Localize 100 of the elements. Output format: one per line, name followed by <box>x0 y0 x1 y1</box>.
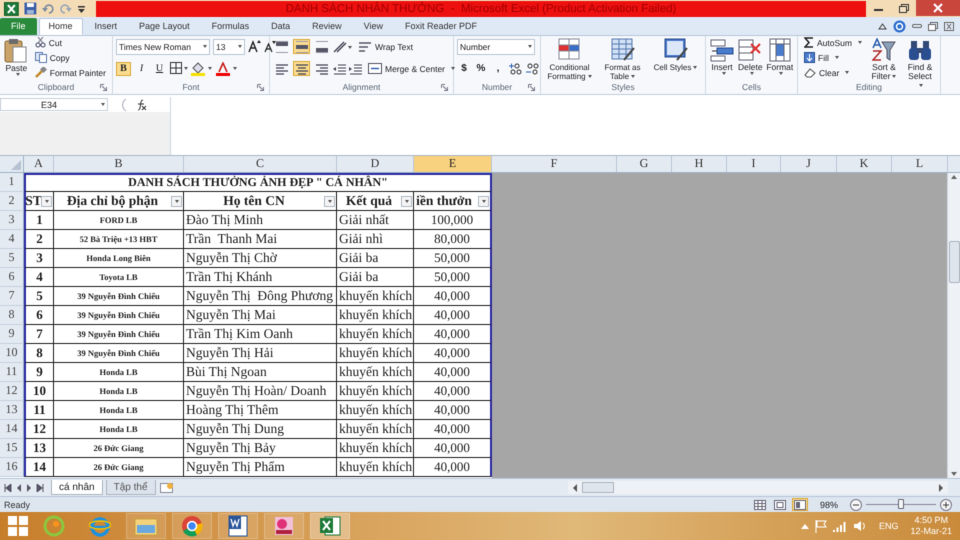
ribbon-tab[interactable]: Data <box>261 18 300 35</box>
editing-large-button[interactable]: Find & Select <box>902 36 937 92</box>
filter-dropdown-button[interactable] <box>324 196 335 207</box>
cells-button[interactable]: Delete <box>737 36 764 77</box>
save-icon[interactable] <box>24 2 37 15</box>
fill-bucket-icon[interactable] <box>191 62 213 76</box>
number-format-button[interactable]: % <box>474 62 488 76</box>
number-format-dropdown[interactable]: Number <box>457 38 535 55</box>
help-icon[interactable] <box>893 20 906 33</box>
insert-function-icon[interactable] <box>136 98 148 111</box>
row-header[interactable]: 12 <box>0 382 24 401</box>
merge-center-button[interactable]: Merge & Center <box>365 62 458 76</box>
dialog-launcher-icon[interactable] <box>528 84 535 91</box>
page-break-view-button[interactable] <box>792 498 808 512</box>
styles-button[interactable]: Cell Styles <box>650 36 701 74</box>
scroll-up-arrow-icon[interactable] <box>948 172 960 181</box>
column-header[interactable]: A <box>24 156 54 172</box>
column-header[interactable]: H <box>672 156 727 172</box>
styles-button[interactable]: Format as Table <box>597 36 648 83</box>
cells-button[interactable]: Format <box>766 36 794 77</box>
file-tab[interactable]: File <box>0 18 37 35</box>
editing-button[interactable]: AutoSum <box>801 36 865 50</box>
filter-dropdown-button[interactable] <box>171 196 182 207</box>
chrome-browser-icon[interactable] <box>172 513 212 540</box>
picture-app-icon[interactable] <box>264 513 304 540</box>
row-header[interactable]: 15 <box>0 438 24 458</box>
column-header[interactable]: E <box>414 156 492 172</box>
number-format-button[interactable]: $ <box>457 62 471 76</box>
ribbon-tab[interactable]: View <box>354 18 393 35</box>
number-format-button[interactable]: , <box>491 62 505 76</box>
dialog-launcher-icon[interactable] <box>257 84 264 91</box>
ribbon-tab[interactable]: Insert <box>84 18 128 35</box>
row-header[interactable]: 11 <box>0 362 24 382</box>
zoom-out-icon[interactable] <box>850 498 862 511</box>
font-size-dropdown[interactable]: 13 <box>213 38 245 55</box>
paste-button[interactable]: Paste <box>3 36 30 78</box>
zoom-level[interactable]: 98% <box>812 500 846 510</box>
page-layout-view-button[interactable] <box>772 498 788 512</box>
clipboard-button[interactable]: Copy <box>32 50 109 65</box>
vertical-align-button[interactable] <box>273 39 290 54</box>
column-header[interactable]: J <box>781 156 837 172</box>
windows-logo-icon[interactable] <box>8 516 28 536</box>
column-header[interactable]: B <box>54 156 184 172</box>
row-header[interactable]: 13 <box>0 400 24 420</box>
font-style-toggle[interactable]: U <box>152 62 167 76</box>
column-header[interactable]: I <box>727 156 781 172</box>
column-header[interactable]: L <box>892 156 948 172</box>
clipboard-button[interactable]: Format Painter <box>32 66 109 80</box>
document-app-icon[interactable] <box>218 513 258 540</box>
shrink-font-icon[interactable] <box>264 40 276 54</box>
row-header[interactable]: 1 <box>0 172 24 192</box>
zoom-slider-thumb[interactable] <box>898 499 904 510</box>
close-button[interactable] <box>916 0 960 16</box>
font-name-dropdown[interactable]: Times New Roman <box>116 38 210 55</box>
vertical-scrollbar[interactable] <box>947 172 960 478</box>
ribbon-tab[interactable]: Formulas <box>202 18 260 35</box>
next-sheet-icon[interactable] <box>26 484 32 492</box>
scroll-right-arrow-icon[interactable] <box>937 484 945 492</box>
first-sheet-icon[interactable] <box>4 484 12 492</box>
normal-view-button[interactable] <box>752 498 768 512</box>
row-header[interactable]: 8 <box>0 306 24 325</box>
row-header[interactable]: 9 <box>0 324 24 344</box>
dialog-launcher-icon[interactable] <box>441 84 448 91</box>
new-sheet-icon[interactable] <box>158 482 175 494</box>
name-box[interactable]: E34 <box>0 98 108 112</box>
font-color-icon[interactable] <box>216 62 238 76</box>
column-header[interactable]: F <box>492 156 617 172</box>
decrease-indent-icon[interactable] <box>333 62 346 75</box>
increase-decimal-icon[interactable] <box>508 62 522 75</box>
collapse-ribbon-icon[interactable] <box>878 22 887 30</box>
row-header[interactable]: 5 <box>0 248 24 268</box>
row-header[interactable]: 6 <box>0 268 24 287</box>
row-header[interactable]: 7 <box>0 286 24 306</box>
filter-dropdown-button[interactable] <box>41 196 52 207</box>
close-workbook-icon[interactable] <box>944 22 954 31</box>
font-style-toggle[interactable]: B <box>116 62 131 76</box>
text-orientation-icon[interactable] <box>333 40 353 53</box>
ribbon-tab[interactable]: Review <box>302 18 352 35</box>
column-header[interactable]: C <box>184 156 337 172</box>
restore-workbook-icon[interactable] <box>928 22 938 31</box>
editing-large-button[interactable]: Sort & Filter <box>866 36 901 83</box>
minimize-workbook-icon[interactable] <box>912 22 922 30</box>
increase-indent-icon[interactable] <box>349 62 362 75</box>
undo-icon[interactable] <box>42 2 54 14</box>
editing-button[interactable]: Fill <box>801 50 865 65</box>
filter-dropdown-button[interactable] <box>478 196 489 207</box>
horizontal-align-button[interactable] <box>293 61 310 76</box>
dialog-launcher-icon[interactable] <box>100 84 107 91</box>
vertical-align-button[interactable] <box>293 39 310 54</box>
previous-sheet-icon[interactable] <box>16 484 22 492</box>
speaker-icon[interactable] <box>852 520 867 532</box>
decrease-decimal-icon[interactable] <box>525 62 539 75</box>
cells-button[interactable]: Insert <box>709 36 736 77</box>
scrollbar-thumb[interactable] <box>582 482 614 494</box>
ribbon-tab[interactable]: Home <box>38 18 83 35</box>
row-header[interactable]: 2 <box>0 192 24 211</box>
filter-dropdown-button[interactable] <box>401 196 412 207</box>
column-header[interactable]: G <box>617 156 672 172</box>
editing-button[interactable]: Clear <box>801 66 865 80</box>
sheet-tab[interactable]: cá nhân <box>51 480 103 496</box>
